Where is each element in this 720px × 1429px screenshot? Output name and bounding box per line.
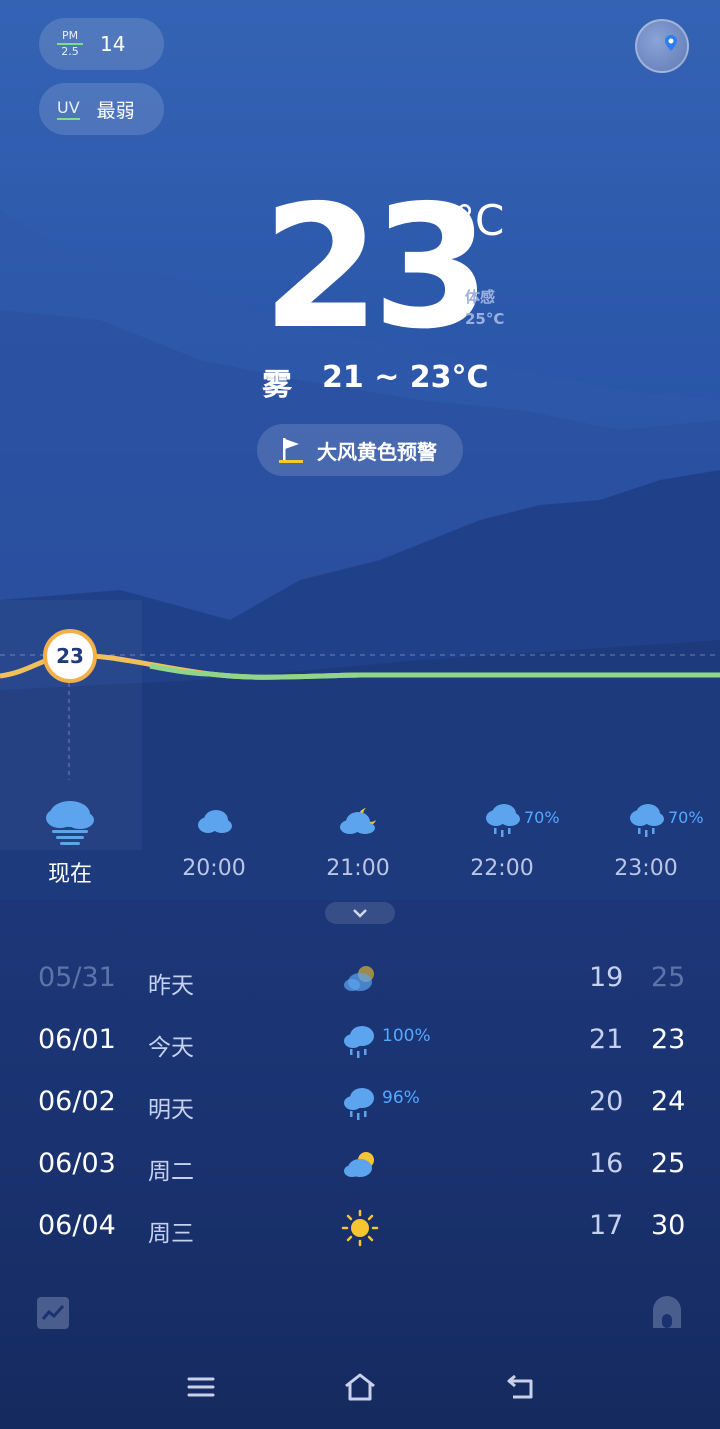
daily-high: 25 xyxy=(651,962,686,993)
daily-day: 明天 xyxy=(148,1097,194,1123)
hourly-item[interactable]: 20:00 xyxy=(154,800,274,881)
daily-row[interactable]: 06/04 周三 17 30 xyxy=(0,1209,720,1260)
daily-low: 20 xyxy=(589,1086,624,1117)
daily-day: 周二 xyxy=(148,1159,194,1185)
menu-button[interactable] xyxy=(186,1372,216,1406)
daily-high: 30 xyxy=(651,1210,686,1241)
current-temp-marker: 23 xyxy=(43,629,97,683)
daily-day: 昨天 xyxy=(148,973,194,999)
hourly-item[interactable]: 70% 23:00 xyxy=(586,800,706,881)
uv-pill[interactable]: UV 最弱 xyxy=(39,83,164,135)
feels-like-value: 25°C xyxy=(465,310,505,328)
menu-icon xyxy=(187,1377,215,1397)
hourly-precip: 70% xyxy=(668,808,704,827)
cloud-icon xyxy=(198,810,232,833)
weather-alert-button[interactable]: 大风黄色预警 xyxy=(257,424,463,476)
temperature-range: 21 ~ 23°C xyxy=(322,360,489,395)
fog-cloud-icon xyxy=(46,801,94,845)
daily-high: 25 xyxy=(651,1148,686,1179)
daily-low: 17 xyxy=(589,1210,624,1241)
temperature-unit: °C xyxy=(454,196,505,245)
daily-low: 19 xyxy=(589,962,624,993)
daily-precip: 100% xyxy=(382,1026,431,1046)
home-button[interactable] xyxy=(343,1372,377,1406)
home-shape-icon xyxy=(653,1296,681,1328)
hourly-temperature-curve xyxy=(0,652,720,780)
city-avatar-button[interactable] xyxy=(635,19,689,73)
trend-chart-button[interactable] xyxy=(37,1297,69,1329)
hourly-item[interactable]: 现在 xyxy=(10,800,130,887)
daily-date: 06/04 xyxy=(38,1210,116,1241)
hourly-label: 22:00 xyxy=(470,856,534,881)
weather-condition: 雾 xyxy=(262,368,292,403)
daily-date: 06/02 xyxy=(38,1086,116,1117)
daily-low: 16 xyxy=(589,1148,624,1179)
expand-toggle-button[interactable] xyxy=(325,902,395,924)
aqi-pill[interactable]: PM 2.5 14 xyxy=(39,18,164,70)
sun-icon xyxy=(341,1209,379,1247)
hourly-label: 21:00 xyxy=(326,856,390,881)
daily-date: 05/31 xyxy=(38,962,116,993)
hourly-label: 20:00 xyxy=(182,856,246,881)
chevron-down-icon xyxy=(353,909,367,918)
daily-row[interactable]: 06/03 周二 16 25 xyxy=(0,1148,720,1198)
daily-date: 06/01 xyxy=(38,1024,116,1055)
cloud-moon-icon xyxy=(340,808,376,834)
back-button[interactable] xyxy=(505,1372,537,1406)
daily-date: 06/03 xyxy=(38,1148,116,1179)
daily-day: 今天 xyxy=(148,1035,194,1061)
hourly-label: 23:00 xyxy=(614,856,678,881)
hourly-label: 现在 xyxy=(47,862,92,887)
cloud-sun-icon xyxy=(344,1152,374,1177)
home-icon xyxy=(345,1373,375,1401)
uv-icon: UV xyxy=(57,98,80,120)
pm25-icon: PM 2.5 xyxy=(57,30,83,58)
hourly-item[interactable]: 21:00 xyxy=(298,800,418,881)
daily-high: 23 xyxy=(651,1024,686,1055)
alert-text: 大风黄色预警 xyxy=(317,439,437,464)
hourly-precip: 70% xyxy=(524,808,560,827)
cloud-sun-icon xyxy=(344,966,374,991)
aqi-value: 14 xyxy=(100,32,126,56)
uv-value: 最弱 xyxy=(96,99,135,122)
daily-precip: 96% xyxy=(382,1088,420,1108)
current-temperature: 23 xyxy=(262,169,491,367)
trend-chart-icon xyxy=(41,1304,65,1320)
daily-low: 21 xyxy=(589,1024,624,1055)
location-pin-icon xyxy=(665,35,677,51)
rain-cloud-icon xyxy=(344,1026,374,1058)
daily-day: 周三 xyxy=(148,1221,194,1247)
back-icon xyxy=(507,1374,533,1399)
home-city-button[interactable] xyxy=(651,1296,683,1330)
daily-row[interactable]: 06/02 明天 96% 20 24 xyxy=(0,1086,720,1136)
hourly-item[interactable]: 70% 22:00 xyxy=(442,800,562,881)
daily-row[interactable]: 06/01 今天 100% 21 23 xyxy=(0,1024,720,1074)
daily-high: 24 xyxy=(651,1086,686,1117)
feels-like-label: 体感 xyxy=(465,288,496,306)
rain-cloud-icon xyxy=(344,1088,374,1120)
daily-row[interactable]: 05/31 昨天 19 25 xyxy=(0,962,720,1012)
flag-icon xyxy=(279,438,303,463)
